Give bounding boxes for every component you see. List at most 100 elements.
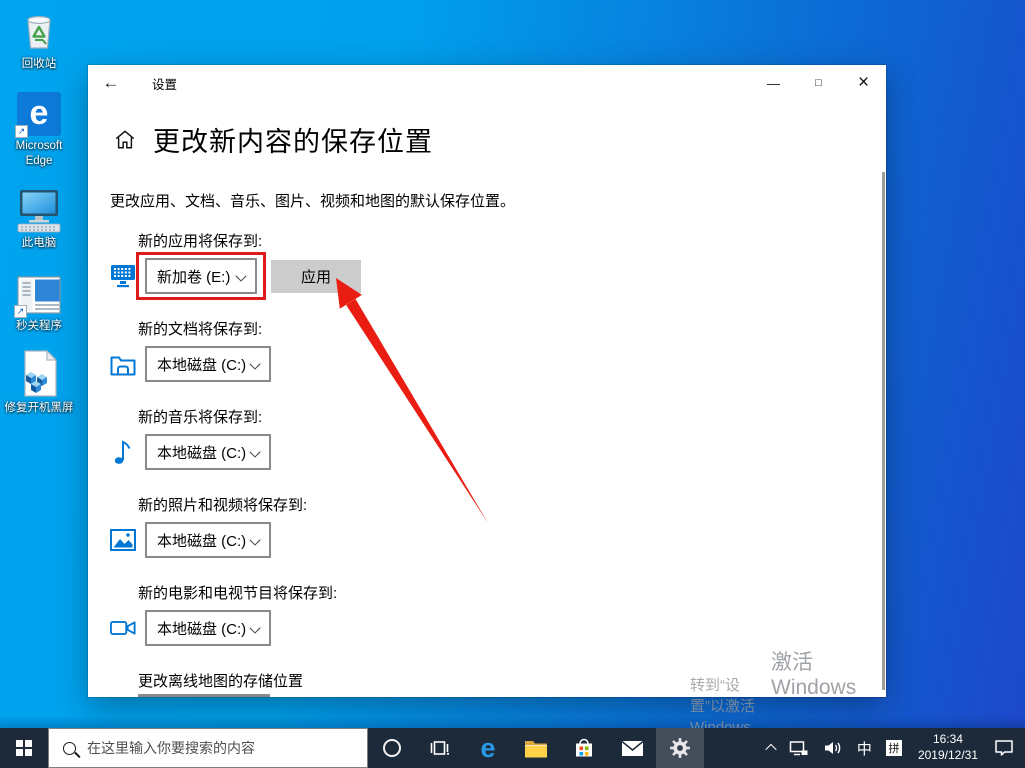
settings-taskbar-button[interactable] [656,728,704,768]
start-button[interactable] [0,728,48,768]
windows-logo-icon [16,740,32,756]
ime-mode-button[interactable]: 拼 [879,728,909,768]
close-icon: × [857,72,870,93]
shortcut-arrow-icon: ↗ [15,125,28,139]
dropdown-value: 本地磁盘 (C:) [157,620,247,638]
desktop-icon-label: Microsoft Edge [15,140,63,167]
section-label: 新的电影和电视节目将保存到: [138,585,338,602]
microsoft-store-icon [576,738,592,757]
chevron-down-icon [249,534,261,546]
dropdown-value: 新加卷 (E:) [157,268,231,286]
cortana-icon [383,739,401,757]
photos-save-location-dropdown[interactable]: 本地磁盘 (C:) [145,522,271,558]
window-title: 设置 [152,77,178,92]
volume-tray-button[interactable] [816,728,850,768]
photos-icon [110,529,136,551]
section-music: 新的音乐将保存到: 本地磁盘 (C:) [110,406,856,470]
mail-button[interactable] [608,728,656,768]
dropdown-value: 本地磁盘 (C:) [157,356,247,374]
apps-save-location-dropdown[interactable]: 新加卷 (E:) [136,252,266,300]
music-save-location-dropdown[interactable]: 本地磁盘 (C:) [145,434,271,470]
microsoft-store-button[interactable] [560,728,608,768]
maximize-icon: □ [815,77,822,89]
section-label: 新的照片和视频将保存到: [138,497,308,514]
action-center-button[interactable] [987,728,1021,768]
ime-mode-indicator: 拼 [885,740,902,756]
action-center-icon [995,740,1013,756]
section-movies: 新的电影和电视节目将保存到: 本地磁盘 (C:) [110,582,856,646]
desktop-icon-label: 此电脑 [21,237,57,250]
section-photos: 新的照片和视频将保存到: 本地磁盘 (C:) [110,494,856,558]
microsoft-edge-icon: e ↗ [15,88,61,139]
cortana-button[interactable] [368,728,416,768]
edge-icon: e [480,732,496,763]
desktop-icon-label: 秒关程序 [16,319,62,332]
offline-maps-heading: 更改离线地图的存储位置 [138,673,304,690]
shortcut-arrow-icon: ↗ [14,304,27,318]
dropdown-value: 本地磁盘 (C:) [157,532,247,550]
desktop-icon-quick-close-program[interactable]: ↗ 秒关程序 [2,268,76,333]
close-button[interactable]: × [841,65,886,101]
task-view-button[interactable] [416,728,464,768]
taskbar-clock[interactable]: 16:34 2019/12/31 [909,728,987,768]
clock-date: 2019/12/31 [917,748,978,762]
documents-save-location-dropdown[interactable]: 本地磁盘 (C:) [145,346,271,382]
search-icon [63,741,76,755]
taskbar-search-box[interactable] [48,728,368,768]
desktop-icon-label: 回收站 [21,58,57,70]
apps-icon [110,264,136,288]
dropdown-value: 本地磁盘 (C:) [157,444,247,462]
chevron-down-icon [249,446,261,458]
system-tray: 中 拼 16:34 2019/12/31 [760,728,1025,768]
video-camera-icon [110,618,136,638]
settings-window: ← 设置 — □ × 更改新内容的保存位置 更改应用、文档、音乐、图片、视频和地… [88,65,886,697]
desktop-icon-label: 修复开机黑屏 [4,401,74,414]
back-button[interactable]: ← [88,65,134,101]
taskbar: e [0,728,1025,768]
clock-time: 16:34 [932,732,963,747]
ime-language-indicator[interactable]: 中 [850,728,879,768]
desktop-icon-this-pc[interactable]: 此电脑 [2,185,76,250]
recycle-bin-icon [17,6,61,54]
desktop-icon-microsoft-edge[interactable]: e ↗ Microsoft Edge [2,88,76,168]
desktop-icon-fix-black-screen[interactable]: 修复开机黑屏 [2,349,76,415]
apply-button[interactable]: 应用 [271,259,361,293]
movies-save-location-dropdown[interactable]: 本地磁盘 (C:) [145,610,271,646]
edge-taskbar-button[interactable]: e [464,728,512,768]
minimize-button[interactable]: — [751,65,796,101]
search-input[interactable] [87,740,357,756]
volume-icon [824,742,841,754]
show-hidden-icons-button[interactable] [760,728,782,768]
task-view-icon [430,741,450,755]
settings-body: 新的应用将保存到: 新加卷 (E:) 应用 新的文档将保存到: 本地磁盘 (C:… [110,230,856,697]
maximize-button[interactable]: □ [796,65,841,101]
network-tray-button[interactable] [782,728,816,768]
home-icon [115,130,135,149]
minimize-icon: — [767,75,780,91]
window-titlebar: ← 设置 — □ × [88,65,886,101]
section-documents: 新的文档将保存到: 本地磁盘 (C:) [110,318,856,382]
program-window-icon: ↗ [14,268,62,318]
registry-file-icon [19,349,59,398]
file-explorer-button[interactable] [512,728,560,768]
page-title: 更改新内容的保存位置 [153,127,433,157]
file-explorer-icon [525,740,547,757]
section-label: 新的应用将保存到: [138,233,263,250]
mail-icon [621,740,643,756]
section-apps: 新的应用将保存到: 新加卷 (E:) 应用 [110,230,856,300]
section-label: 新的文档将保存到: [138,321,263,338]
page-subtitle: 更改应用、文档、音乐、图片、视频和地图的默认保存位置。 [110,193,516,210]
window-scrollbar[interactable] [882,172,885,690]
desktop-icon-column: 回收站 e ↗ Microsoft Edge 此电脑 ↗ 秒关程序 修复开机黑屏 [2,6,76,432]
chevron-down-icon [235,270,247,282]
gear-icon [670,738,690,758]
desktop: 回收站 e ↗ Microsoft Edge 此电脑 ↗ 秒关程序 修复开机黑屏… [0,0,1025,768]
music-note-icon [110,439,136,465]
section-label: 新的音乐将保存到: [138,409,263,426]
documents-folder-icon [110,353,136,376]
desktop-icon-recycle-bin[interactable]: 回收站 [2,6,76,71]
back-arrow-icon: ← [102,73,120,92]
chevron-down-icon [249,622,261,634]
chevron-up-icon [765,743,777,756]
network-icon [789,740,808,755]
